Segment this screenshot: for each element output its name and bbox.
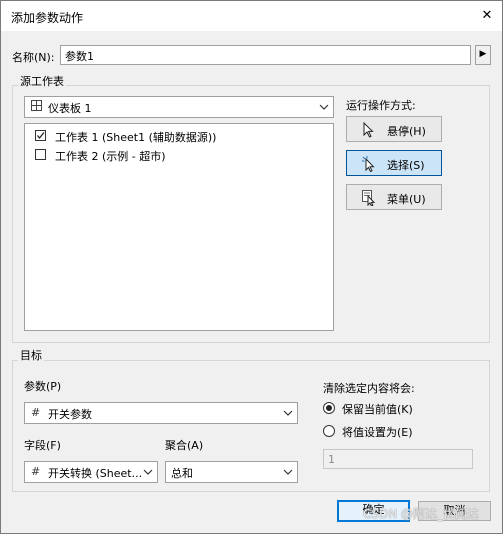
field-select-value: 开关转换 (Sheet... (48, 467, 143, 480)
set-value-option[interactable]: 将值设置为(E) (323, 423, 463, 439)
source-sheets-label: 源工作表 (18, 73, 66, 89)
checkmark-icon (36, 132, 45, 140)
parameter-select-value: 开关参数 (48, 408, 92, 421)
menu-button[interactable]: 菜单(U) (346, 184, 442, 210)
dialog-title: 添加参数动作 (11, 11, 84, 25)
title-bar: 添加参数动作 ✕ (1, 1, 502, 31)
run-action-label: 运行操作方式: (346, 99, 416, 112)
hover-cursor-icon (363, 122, 374, 138)
dashboard-select-value: 仪表板 1 (48, 102, 92, 115)
field-select[interactable]: # 开关转换 (Sheet... (24, 461, 158, 483)
name-input[interactable]: 参数1 (60, 45, 471, 65)
keep-current-value-radio[interactable] (323, 402, 335, 414)
dashboard-select[interactable]: 仪表板 1 (24, 96, 334, 118)
hash-icon: # (31, 465, 41, 478)
select-button-label: 选择(S) (387, 159, 425, 172)
keep-current-value-option[interactable]: 保留当前值(K) (323, 400, 463, 416)
set-value-input: 1 (323, 449, 473, 469)
watermark-text: CSDN @阿达_优阅达 (363, 507, 480, 521)
add-parameter-action-dialog: 添加参数动作 ✕ 名称(N): 参数1 ▶ 源工作表 仪表板 1 工作表 1 (… (0, 0, 503, 534)
aggregation-select-value: 总和 (171, 467, 193, 480)
hover-button-label: 悬停(H) (387, 125, 426, 138)
menu-cursor-icon (362, 190, 376, 206)
target-label: 目标 (18, 347, 44, 363)
sheet-label: 工作表 2 (示例 - 超市) (55, 150, 166, 163)
sheet-label: 工作表 1 (Sheet1 (辅助数据源)) (55, 131, 217, 144)
aggregation-select[interactable]: 总和 (165, 461, 298, 483)
sheet-list-item[interactable]: 工作表 1 (Sheet1 (辅助数据源)) (26, 127, 332, 145)
hover-button[interactable]: 悬停(H) (346, 116, 442, 142)
sheet-checkbox[interactable] (35, 149, 46, 160)
aggregation-label: 聚合(A) (165, 439, 204, 452)
name-label: 名称(N): (12, 51, 55, 64)
select-cursor-icon (362, 156, 375, 172)
select-button[interactable]: 选择(S) (346, 150, 442, 176)
field-label: 字段(F) (24, 439, 61, 452)
clear-selection-label: 清除选定内容将会: (323, 382, 415, 395)
chevron-down-icon (319, 104, 329, 110)
sheet-checkbox[interactable] (35, 130, 46, 141)
menu-button-label: 菜单(U) (387, 193, 426, 206)
name-expand-button[interactable]: ▶ (475, 45, 491, 65)
hash-icon: # (31, 406, 41, 419)
sheet-list-item[interactable]: 工作表 2 (示例 - 超市) (26, 146, 332, 164)
set-value-label: 将值设置为(E) (342, 426, 413, 439)
parameter-select[interactable]: # 开关参数 (24, 402, 298, 424)
parameter-label: 参数(P) (24, 380, 62, 393)
close-button[interactable]: ✕ (479, 8, 495, 24)
chevron-down-icon (143, 469, 153, 475)
set-value-radio[interactable] (323, 425, 335, 437)
keep-current-value-label: 保留当前值(K) (342, 403, 413, 416)
chevron-down-icon (283, 469, 293, 475)
sheet-list: 工作表 1 (Sheet1 (辅助数据源)) 工作表 2 (示例 - 超市) (24, 123, 334, 331)
chevron-down-icon (283, 410, 293, 416)
dashboard-grid-icon (31, 100, 42, 114)
